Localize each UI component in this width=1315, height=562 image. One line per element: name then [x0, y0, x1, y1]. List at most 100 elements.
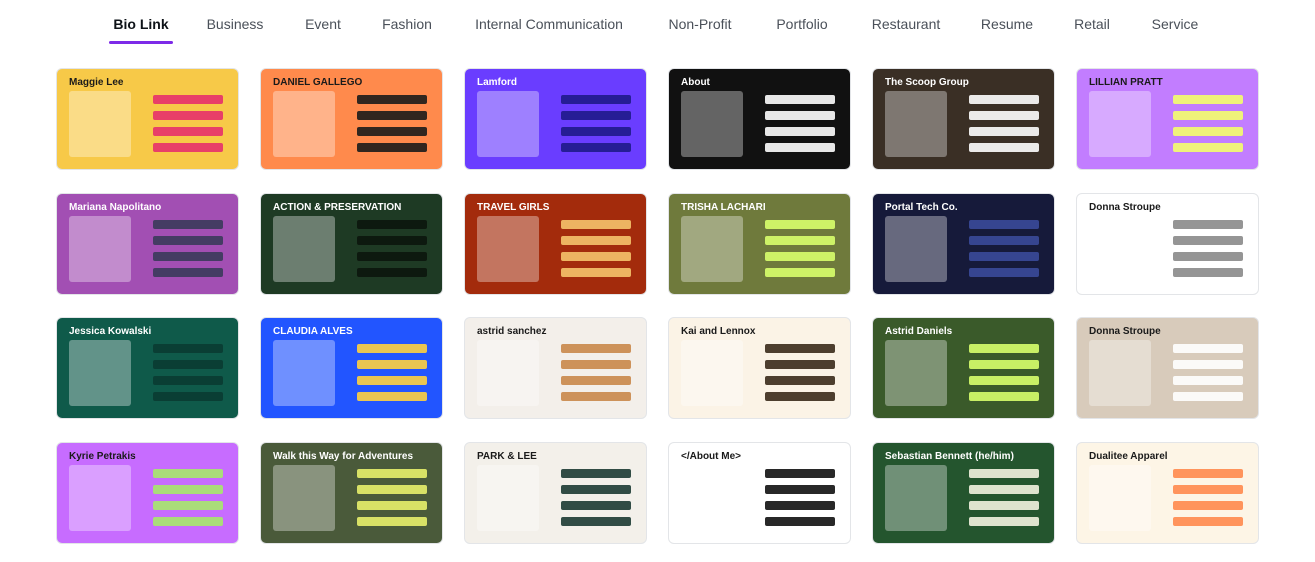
template-card[interactable]: Portal Tech Co.: [872, 193, 1055, 295]
tab-fashion[interactable]: Fashion: [382, 16, 432, 38]
template-card[interactable]: The Scoop Group: [872, 68, 1055, 170]
template-photo: [681, 465, 743, 531]
template-link-bar: [357, 95, 427, 104]
template-link-bar: [1173, 392, 1243, 401]
template-card[interactable]: TRAVEL GIRLS: [464, 193, 647, 295]
template-link-bar: [357, 344, 427, 353]
template-photo: [1089, 216, 1151, 282]
template-link-bar: [561, 344, 631, 353]
template-card[interactable]: PARK & LEE: [464, 442, 647, 544]
template-title: Walk this Way for Adventures: [273, 451, 414, 462]
template-link-bar: [765, 95, 835, 104]
template-photo: [273, 216, 335, 282]
template-photo: [273, 91, 335, 157]
tab-event[interactable]: Event: [305, 16, 341, 38]
template-link-bar: [561, 469, 631, 478]
template-card[interactable]: Sebastian Bennett (he/him): [872, 442, 1055, 544]
template-link-bar: [357, 485, 427, 494]
template-card[interactable]: About: [668, 68, 851, 170]
template-card[interactable]: CLAUDIA ALVES: [260, 317, 443, 419]
template-title: Portal Tech Co.: [885, 202, 958, 213]
template-photo: [273, 340, 335, 406]
template-link-bar: [969, 501, 1039, 510]
template-link-bar: [765, 268, 835, 277]
tab-bio-link[interactable]: Bio Link: [113, 16, 168, 38]
template-card[interactable]: Mariana Napolitano: [56, 193, 239, 295]
template-link-bar: [765, 143, 835, 152]
template-card[interactable]: Walk this Way for Adventures: [260, 442, 443, 544]
template-link-bar: [969, 143, 1039, 152]
template-photo: [69, 91, 131, 157]
template-link-bar: [765, 392, 835, 401]
template-link-bar: [765, 236, 835, 245]
template-photo: [885, 91, 947, 157]
tab-resume[interactable]: Resume: [981, 16, 1033, 38]
template-link-bar: [765, 252, 835, 261]
template-photo: [681, 340, 743, 406]
template-card[interactable]: </About Me>: [668, 442, 851, 544]
template-link-bar: [357, 252, 427, 261]
template-link-bar: [357, 236, 427, 245]
tab-business[interactable]: Business: [207, 16, 264, 38]
template-link-bar: [1173, 517, 1243, 526]
template-card[interactable]: Kyrie Petrakis: [56, 442, 239, 544]
template-link-bar: [153, 268, 223, 277]
template-link-bar: [969, 360, 1039, 369]
template-link-bar: [969, 252, 1039, 261]
template-title: The Scoop Group: [885, 77, 969, 88]
template-link-bar: [153, 501, 223, 510]
template-link-bar: [1173, 268, 1243, 277]
template-card[interactable]: Donna Stroupe: [1076, 317, 1259, 419]
template-card[interactable]: Donna Stroupe: [1076, 193, 1259, 295]
template-link-bar: [357, 376, 427, 385]
template-card[interactable]: Jessica Kowalski: [56, 317, 239, 419]
template-link-bar: [561, 220, 631, 229]
template-title: Sebastian Bennett (he/him): [885, 451, 1014, 462]
template-link-bar: [765, 469, 835, 478]
template-link-bar: [969, 268, 1039, 277]
tab-service[interactable]: Service: [1152, 16, 1199, 38]
template-link-bar: [357, 517, 427, 526]
template-card[interactable]: LILLIAN PRATT: [1076, 68, 1259, 170]
template-card[interactable]: Kai and Lennox: [668, 317, 851, 419]
template-card[interactable]: TRISHA LACHARI: [668, 193, 851, 295]
template-title: Maggie Lee: [69, 77, 124, 88]
template-card[interactable]: Maggie Lee: [56, 68, 239, 170]
template-link-bar: [969, 95, 1039, 104]
template-link-bar: [561, 236, 631, 245]
template-link-bar: [153, 485, 223, 494]
template-link-bar: [153, 517, 223, 526]
template-title: Donna Stroupe: [1089, 326, 1161, 337]
template-link-bar: [561, 268, 631, 277]
template-photo: [273, 465, 335, 531]
template-card[interactable]: DANIEL GALLEGO: [260, 68, 443, 170]
tab-non-profit[interactable]: Non-Profit: [668, 16, 731, 38]
template-card[interactable]: astrid sanchez: [464, 317, 647, 419]
template-card[interactable]: Dualitee Apparel: [1076, 442, 1259, 544]
template-photo: [1089, 91, 1151, 157]
template-photo: [1089, 340, 1151, 406]
template-photo: [885, 340, 947, 406]
template-link-bar: [561, 127, 631, 136]
tab-retail[interactable]: Retail: [1074, 16, 1110, 38]
template-photo: [477, 216, 539, 282]
template-link-bar: [1173, 143, 1243, 152]
tab-internal-communication[interactable]: Internal Communication: [475, 16, 623, 38]
template-link-bar: [561, 501, 631, 510]
template-link-bar: [1173, 252, 1243, 261]
template-link-bar: [153, 252, 223, 261]
tab-portfolio[interactable]: Portfolio: [776, 16, 827, 38]
template-title: PARK & LEE: [477, 451, 537, 462]
template-link-bar: [153, 143, 223, 152]
template-link-bar: [357, 127, 427, 136]
template-link-bar: [153, 127, 223, 136]
tab-restaurant[interactable]: Restaurant: [872, 16, 940, 38]
template-link-bar: [1173, 501, 1243, 510]
template-link-bar: [969, 220, 1039, 229]
template-link-bar: [561, 517, 631, 526]
template-card[interactable]: Astrid Daniels: [872, 317, 1055, 419]
template-title: Astrid Daniels: [885, 326, 953, 337]
template-title: TRAVEL GIRLS: [477, 202, 550, 213]
template-card[interactable]: ACTION & PRESERVATION: [260, 193, 443, 295]
template-card[interactable]: Lamford: [464, 68, 647, 170]
